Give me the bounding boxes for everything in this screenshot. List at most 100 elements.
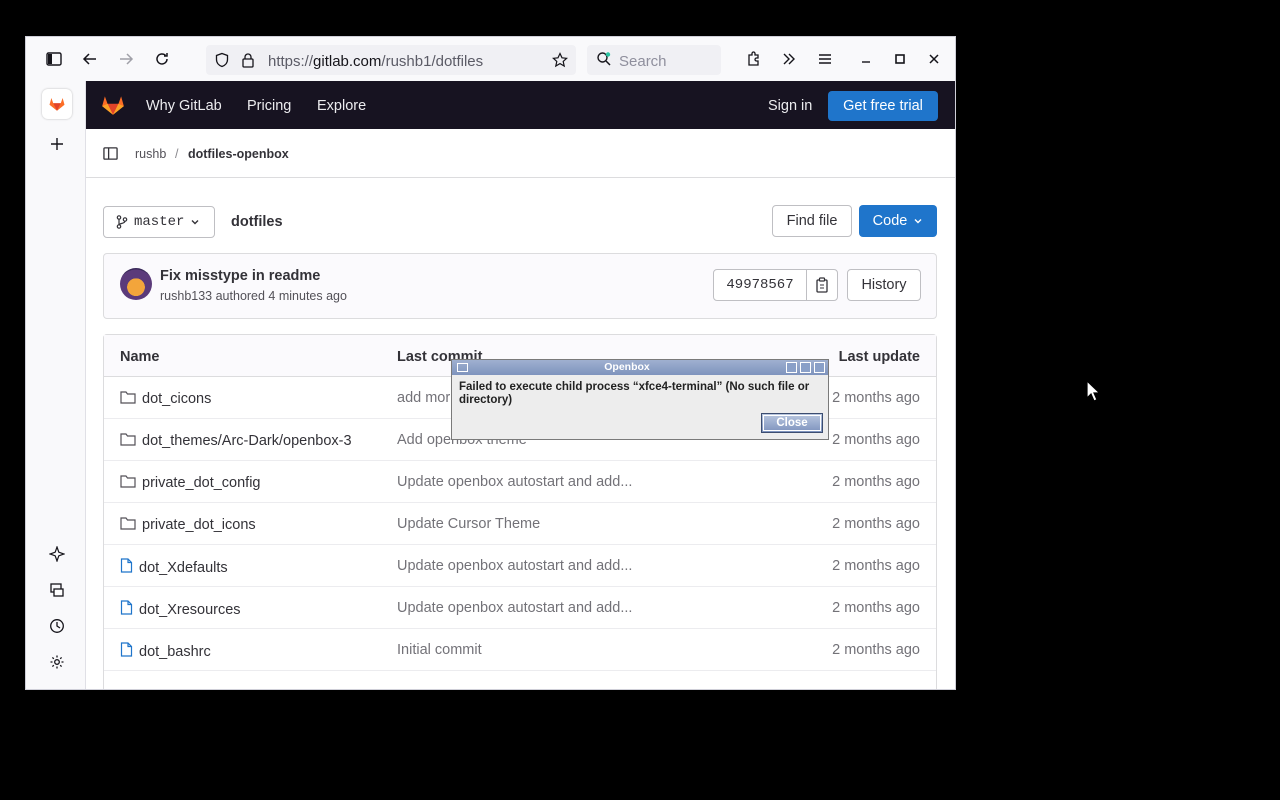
commit-sha[interactable]: 49978567: [713, 269, 807, 301]
code-button-label: Code: [872, 213, 908, 229]
history-button[interactable]: History: [847, 269, 921, 301]
dialog-title: Openbox: [604, 361, 650, 373]
last-commit-message[interactable]: Initial commit: [397, 642, 482, 658]
file-name[interactable]: dot_Xresources: [139, 602, 241, 618]
branch-icon: [116, 215, 128, 229]
header-name: Name: [120, 349, 160, 365]
openbox-error-dialog: Openbox Failed to execute child process …: [451, 359, 829, 440]
search-box[interactable]: Search: [587, 45, 721, 75]
commit-authored-time: authored 4 minutes ago: [215, 289, 347, 303]
commit-author[interactable]: rushb133: [160, 289, 212, 303]
copy-sha-button[interactable]: [806, 269, 838, 301]
overflow-chevrons-icon[interactable]: [775, 45, 803, 73]
add-icon[interactable]: [42, 129, 72, 159]
file-name-cell[interactable]: private_dot_icons: [120, 516, 256, 534]
file-name-cell[interactable]: dot_Xdefaults: [120, 558, 228, 577]
gitlab-logo-icon[interactable]: [100, 92, 126, 123]
url-text[interactable]: https://gitlab.com/rushb1/dotfiles: [268, 53, 483, 70]
menu-icon[interactable]: [811, 45, 839, 73]
nav-explore[interactable]: Explore: [317, 98, 366, 114]
file-name[interactable]: dot_themes/Arc-Dark/openbox-3: [142, 433, 352, 449]
dialog-message: Failed to execute child process “xfce4-t…: [459, 381, 810, 406]
dialog-maximize-icon[interactable]: [800, 362, 811, 373]
copy-icon: [816, 277, 828, 293]
avatar[interactable]: [120, 268, 152, 300]
code-button[interactable]: Code: [859, 205, 937, 237]
lock-icon[interactable]: [240, 52, 256, 68]
bookmark-star-icon[interactable]: [552, 52, 568, 68]
file-name-cell[interactable]: dot_Xresources: [120, 600, 241, 619]
folder-icon: [120, 432, 136, 450]
breadcrumb-separator: /: [175, 147, 179, 161]
sidebar-expand-icon[interactable]: [103, 146, 118, 166]
file-icon: [120, 558, 133, 577]
sign-in-link[interactable]: Sign in: [768, 98, 812, 114]
folder-icon: [120, 390, 136, 408]
mouse-cursor-icon: [1086, 380, 1100, 402]
last-commit-message[interactable]: Update openbox autostart and add...: [397, 600, 632, 616]
reload-icon[interactable]: [148, 45, 176, 73]
file-name[interactable]: dot_cicons: [142, 391, 211, 407]
file-icon: [120, 600, 133, 619]
last-commit-message[interactable]: Update openbox autostart and add...: [397, 474, 632, 490]
sidebar-toggle-icon[interactable]: [40, 45, 68, 73]
last-commit-message[interactable]: Update openbox autostart and add...: [397, 558, 632, 574]
file-name[interactable]: dot_bashrc: [139, 644, 211, 660]
url-host: gitlab.com: [313, 53, 382, 70]
file-name-cell[interactable]: private_dot_config: [120, 474, 261, 492]
table-row[interactable]: dot_Xresources Update openbox autostart a…: [104, 587, 936, 629]
find-file-button[interactable]: Find file: [772, 205, 852, 237]
dialog-close-button[interactable]: Close: [761, 413, 823, 433]
browser-toolbar: https://gitlab.com/rushb1/dotfiles Searc…: [26, 37, 955, 81]
last-update-time: 2 months ago: [832, 558, 920, 574]
gitlab-tab-icon[interactable]: [42, 89, 72, 119]
folder-icon: [120, 474, 136, 492]
folder-icon: [120, 516, 136, 534]
file-name[interactable]: dot_Xdefaults: [139, 560, 228, 576]
file-name-cell[interactable]: dot_themes/Arc-Dark/openbox-3: [120, 432, 352, 450]
last-update-time: 2 months ago: [832, 474, 920, 490]
last-commit-message[interactable]: Update Cursor Theme: [397, 516, 540, 532]
url-path: /rushb1/dotfiles: [381, 53, 484, 70]
minimize-icon[interactable]: [852, 45, 880, 73]
url-prefix: https://: [268, 53, 314, 70]
commit-title[interactable]: Fix misstype in readme: [160, 268, 320, 284]
nav-why-gitlab[interactable]: Why GitLab: [146, 98, 222, 114]
last-update-time: 2 months ago: [832, 432, 920, 448]
dialog-iconify-icon[interactable]: [786, 362, 797, 373]
ai-sparkle-icon[interactable]: [42, 539, 72, 569]
synced-tabs-icon[interactable]: [42, 575, 72, 605]
file-icon: [120, 642, 133, 661]
nav-pricing[interactable]: Pricing: [247, 98, 291, 114]
history-clock-icon[interactable]: [42, 611, 72, 641]
breadcrumb-user[interactable]: rushb: [135, 147, 166, 161]
settings-gear-icon[interactable]: [42, 647, 72, 677]
free-trial-button[interactable]: Get free trial: [828, 91, 938, 121]
url-bar[interactable]: https://gitlab.com/rushb1/dotfiles: [206, 45, 576, 75]
breadcrumb: rushb / dotfiles-openbox: [86, 129, 955, 178]
extensions-icon[interactable]: [740, 45, 768, 73]
shield-icon[interactable]: [214, 52, 230, 68]
file-name[interactable]: private_dot_icons: [142, 517, 256, 533]
last-commit-panel: Fix misstype in readme rushb133 authored…: [103, 253, 937, 319]
chevron-down-icon: [914, 219, 922, 224]
table-row[interactable]: private_dot_config Update openbox autosta…: [104, 461, 936, 503]
breadcrumb-project[interactable]: dotfiles-openbox: [188, 147, 289, 161]
file-name[interactable]: private_dot_config: [142, 475, 261, 491]
forward-icon[interactable]: [112, 45, 140, 73]
maximize-icon[interactable]: [886, 45, 914, 73]
last-update-time: 2 months ago: [832, 390, 920, 406]
dialog-titlebar[interactable]: Openbox: [452, 360, 828, 375]
file-name-cell[interactable]: dot_bashrc: [120, 642, 211, 661]
table-row[interactable]: dot_bashrc Initial commit 2 months ago: [104, 629, 936, 671]
last-update-time: 2 months ago: [832, 516, 920, 532]
last-commit-message[interactable]: add mor: [397, 390, 450, 406]
dialog-close-icon[interactable]: [814, 362, 825, 373]
file-name-cell[interactable]: dot_cicons: [120, 390, 211, 408]
table-row[interactable]: dot_Xdefaults Update openbox autostart an…: [104, 545, 936, 587]
close-window-icon[interactable]: [920, 45, 948, 73]
back-icon[interactable]: [76, 45, 104, 73]
table-row[interactable]: private_dot_icons Update Cursor Theme 2 mo…: [104, 503, 936, 545]
repo-path[interactable]: dotfiles: [231, 214, 283, 230]
branch-selector[interactable]: master: [103, 206, 215, 238]
